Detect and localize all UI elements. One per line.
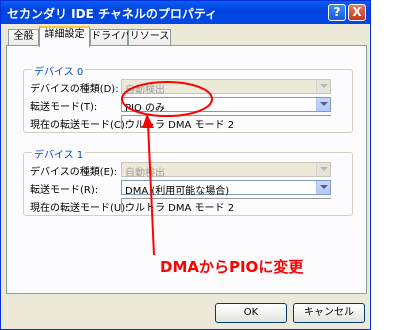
device1-current-mode-field: ウルトラ DMA モード 2 xyxy=(121,198,331,214)
device1-type-label: デバイスの種類(E): xyxy=(30,167,118,178)
device0-type-label: デバイスの種類(D): xyxy=(30,84,119,95)
device1-type-select: 自動検出 xyxy=(121,162,331,179)
device0-group: デバイス 0 デバイスの種類(D): 自動検出 転送モード(T): PIO のみ… xyxy=(23,63,353,133)
tab-resources[interactable]: リソース xyxy=(128,29,171,45)
device1-type-value: 自動検出 xyxy=(125,168,165,179)
device0-type-select: 自動検出 xyxy=(121,79,331,96)
chevron-down-icon xyxy=(316,163,330,176)
close-button[interactable]: X xyxy=(348,4,366,21)
ok-button[interactable]: OK xyxy=(215,303,287,323)
device1-current-value: ウルトラ DMA モード 2 xyxy=(125,203,235,214)
device0-transfer-mode-select[interactable]: PIO のみ xyxy=(121,97,331,114)
device0-mode-value: PIO のみ xyxy=(125,103,166,114)
properties-dialog: セカンダリ IDE チャネルのプロパティ ? X 全般 詳細設定 ドライバ リソ… xyxy=(0,0,371,330)
device0-current-value: ウルトラ DMA モード 2 xyxy=(125,120,235,131)
tab-driver[interactable]: ドライバ xyxy=(90,29,131,45)
device1-mode-value: DMA (利用可能な場合) xyxy=(125,186,230,197)
window-title: セカンダリ IDE チャネルのプロパティ xyxy=(7,7,218,21)
device1-mode-label: 転送モード(R): xyxy=(30,185,99,196)
device1-current-label: 現在の転送モード(U): xyxy=(30,203,129,214)
device1-group-label: デバイス 1 xyxy=(32,146,86,161)
device0-current-label: 現在の転送モード(C): xyxy=(30,120,129,131)
help-button[interactable]: ? xyxy=(328,4,346,21)
device0-mode-label: 転送モード(T): xyxy=(30,102,98,113)
title-bar[interactable]: セカンダリ IDE チャネルのプロパティ ? X xyxy=(1,1,370,24)
device0-current-mode-field: ウルトラ DMA モード 2 xyxy=(121,115,331,131)
device0-type-value: 自動検出 xyxy=(125,85,165,96)
tab-advanced-settings[interactable]: 詳細設定 xyxy=(39,26,90,47)
cancel-button[interactable]: キャンセル xyxy=(293,303,365,323)
chevron-down-icon[interactable] xyxy=(316,98,330,111)
chevron-down-icon[interactable] xyxy=(316,181,330,194)
tab-general[interactable]: 全般 xyxy=(8,29,39,45)
device1-group: デバイス 1 デバイスの種類(E): 自動検出 転送モード(R): DMA (利… xyxy=(23,146,353,216)
device1-transfer-mode-select[interactable]: DMA (利用可能な場合) xyxy=(121,180,331,197)
annotation-text: DMAからPIOに変更 xyxy=(160,258,304,276)
chevron-down-icon xyxy=(316,80,330,93)
device0-group-label: デバイス 0 xyxy=(32,63,86,78)
